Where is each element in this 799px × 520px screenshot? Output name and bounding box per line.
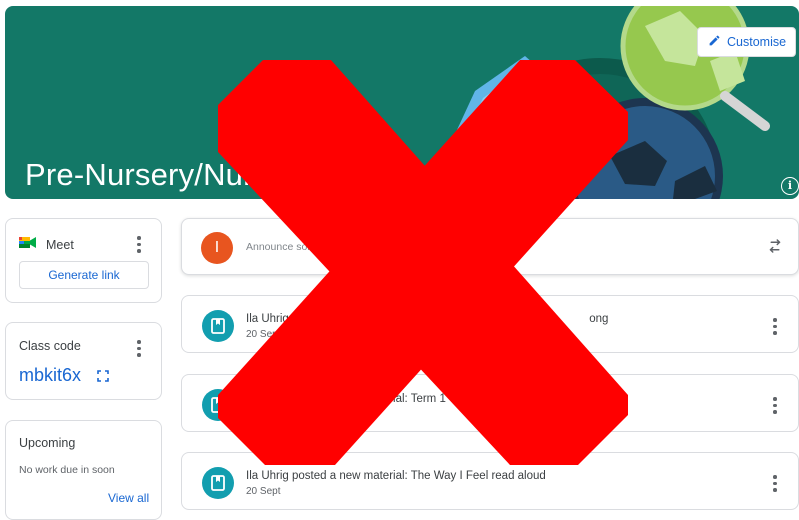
post-more-icon[interactable] — [773, 475, 777, 492]
post-date: 20 Sept — [246, 329, 281, 340]
class-title: Pre-Nursery/Nursery — [25, 157, 314, 192]
post-more-icon[interactable] — [773, 318, 777, 335]
announce-placeholder[interactable]: Announce something to — [246, 241, 356, 253]
meet-card: Meet Generate link — [5, 218, 162, 303]
post-more-icon[interactable] — [773, 397, 777, 414]
avatar: I — [201, 232, 233, 264]
announce-box[interactable]: I Announce something to — [181, 218, 799, 275]
stream-post[interactable]: Ila Uhrig posted a new material: Hong 20… — [181, 295, 799, 353]
stream-post[interactable]: Ila Uhrig posted a new material: The Way… — [181, 452, 799, 510]
book-icon — [202, 310, 234, 342]
post-title: Ila Uhrig posted a new material: Hong — [246, 313, 609, 325]
post-title: Ila Uhrig posted a new material: Term 1 … — [246, 393, 488, 405]
google-meet-icon — [19, 235, 37, 255]
fullscreen-icon[interactable] — [97, 369, 109, 387]
post-title: Ila Uhrig posted a new material: The Way… — [246, 470, 546, 482]
post-date: 20 Sept — [246, 486, 281, 497]
pencil-icon — [708, 34, 721, 50]
upcoming-empty-text: No work due in soon — [19, 464, 115, 476]
class-code-label: Class code — [19, 339, 81, 353]
class-code-card: Class code mbkit6x — [5, 322, 162, 400]
view-all-link[interactable]: View all — [108, 491, 149, 505]
generate-link-button[interactable]: Generate link — [19, 261, 149, 289]
repost-icon[interactable] — [766, 237, 784, 260]
class-code-more-icon[interactable] — [137, 340, 141, 357]
info-icon[interactable]: i — [781, 177, 799, 195]
book-icon — [202, 389, 234, 421]
upcoming-card: Upcoming No work due in soon View all — [5, 420, 162, 520]
class-code-value: mbkit6x — [19, 365, 82, 385]
customise-button[interactable]: Customise — [697, 27, 796, 57]
meet-label: Meet — [46, 238, 74, 252]
class-banner: Pre-Nursery/Nursery Customise i — [5, 6, 799, 199]
meet-more-icon[interactable] — [137, 236, 141, 253]
book-icon — [202, 467, 234, 499]
customise-label: Customise — [727, 35, 787, 49]
upcoming-label: Upcoming — [19, 436, 76, 450]
stream-post[interactable]: Ila Uhrig posted a new material: Term 1 … — [181, 374, 799, 432]
